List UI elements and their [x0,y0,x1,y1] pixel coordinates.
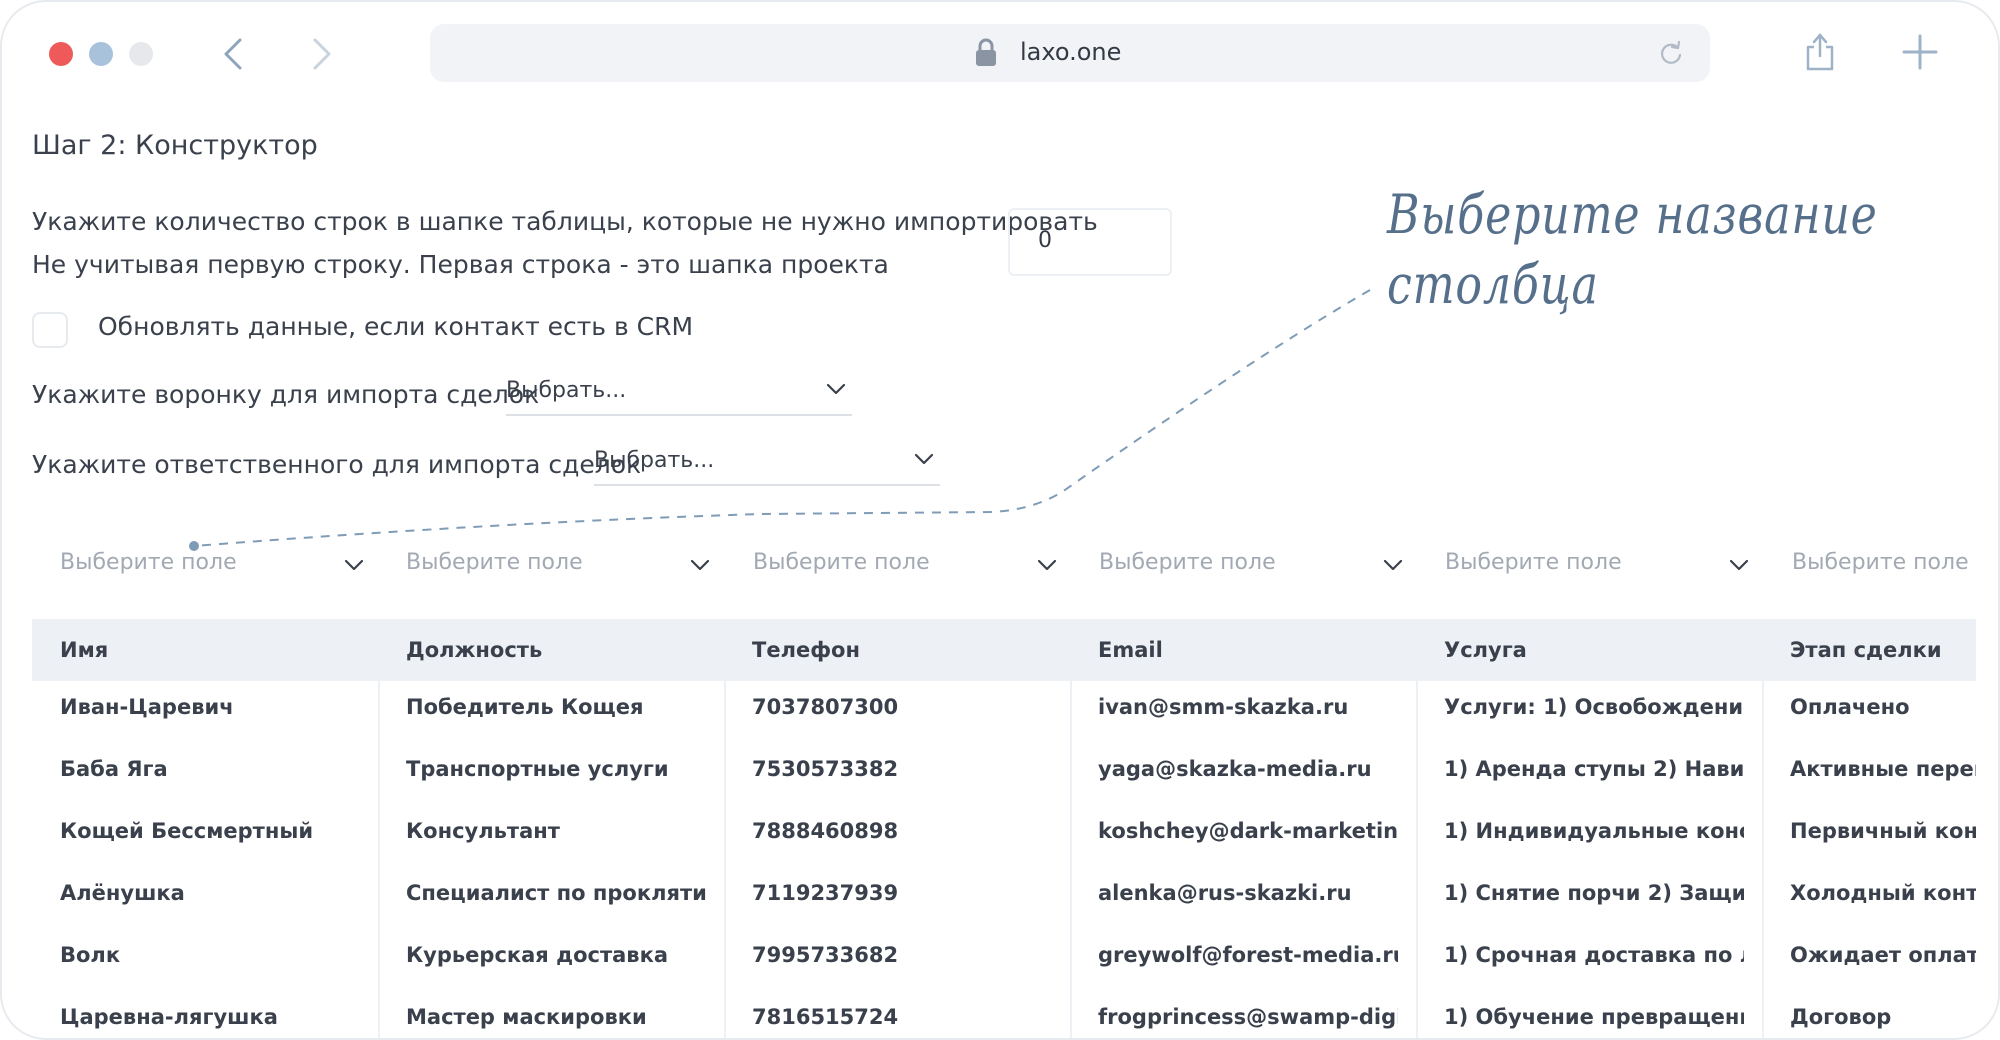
funnel-label: Укажите воронку для импорта сделок [32,380,540,409]
cell-email: alenka@rus-skazki.ru [1098,881,1352,905]
field-select-value: Выберите поле [1792,550,1969,575]
url-text: laxo.one [1020,38,1122,66]
update-data-checkbox[interactable] [32,312,68,348]
forward-button[interactable] [299,32,343,76]
update-data-label: Обновлять данные, если контакт есть в CR… [98,312,694,341]
cell-deal-stage: Активные перего [1790,757,1976,781]
zoom-window-button[interactable] [129,42,153,66]
cell-email: greywolf@forest-media.ru [1098,943,1398,967]
cell-position: Консультант [406,819,560,843]
cell-service: 1) Снятие порчи 2) Защит... [1444,881,1744,905]
annotation-line-1: Выберите название [1387,183,1878,246]
cell-deal-stage: Оплачено [1790,695,1910,719]
cell-phone: 7888460898 [752,819,899,843]
chevron-down-icon [826,383,846,395]
cell-phone: 7037807300 [752,695,899,719]
column-header-service: Услуга [1444,638,1527,662]
browser-window: laxo.one Шаг 2: Конструктор Укажите коли… [0,0,2000,1040]
cell-position: Специалист по прокляти... [406,881,706,905]
lock-icon [976,38,996,66]
column-header-email: Email [1098,638,1163,662]
back-button[interactable] [212,32,256,76]
cell-email: frogprincess@swamp-digit... [1098,1005,1398,1029]
responsible-label: Укажите ответственного для импорта сдело… [32,450,642,479]
responsible-select[interactable]: Выбрать... [594,446,940,486]
chevron-left-icon [224,38,242,70]
cell-email: yaga@skazka-media.ru [1098,757,1372,781]
share-icon[interactable] [1803,32,1837,72]
plus-icon[interactable] [1902,34,1938,70]
field-select-value: Выберите поле [1099,550,1276,575]
cell-service: 1) Индивидуальные конс... [1444,819,1744,843]
header-rows-input[interactable]: 0 [1008,208,1172,276]
chevron-down-icon [690,559,710,571]
cell-phone: 7816515724 [752,1005,899,1029]
column-field-select-4[interactable]: Выберите поле [1099,546,1403,582]
column-divider [1070,619,1072,1038]
column-field-select-3[interactable]: Выберите поле [753,546,1057,582]
column-divider [378,619,380,1038]
close-window-button[interactable] [49,42,73,66]
cell-name: Алёнушка [60,881,185,905]
chevron-down-icon [1383,559,1403,571]
import-preview-table: Имя Должность Телефон Email Услуга Этап … [32,619,1976,1038]
cell-email: ivan@smm-skazka.ru [1098,695,1349,719]
cell-name: Волк [60,943,121,967]
reload-icon[interactable] [1658,40,1684,66]
column-header-deal-stage: Этап сделки [1790,638,1942,662]
funnel-select-value: Выбрать... [506,378,627,403]
field-select-value: Выберите поле [753,550,930,575]
chevron-down-icon [1729,559,1749,571]
chevron-down-icon [914,453,934,465]
column-field-select-1[interactable]: Выберите поле [60,546,364,582]
cell-name: Царевна-лягушка [60,1005,278,1029]
funnel-select[interactable]: Выбрать... [506,376,852,416]
cell-deal-stage: Первичный конта [1790,819,1976,843]
header-rows-label: Укажите количество строк в шапке таблицы… [32,207,1098,236]
cell-service: 1) Срочная доставка по л... [1444,943,1744,967]
annotation-text: Выберите название столбца [1387,180,1878,320]
cell-deal-stage: Холодный контак [1790,881,1976,905]
cell-phone: 7119237939 [752,881,899,905]
cell-service: Услуги: 1) Освобождение ... [1444,695,1744,719]
column-header-position: Должность [406,638,543,662]
cell-name: Кощей Бессмертный [60,819,314,843]
responsible-select-value: Выбрать... [594,448,715,473]
address-bar[interactable]: laxo.one [430,24,1710,82]
column-divider [1416,619,1418,1038]
chevron-down-icon [344,559,364,571]
field-select-value: Выберите поле [1445,550,1622,575]
column-field-select-6[interactable]: Выберите поле [1792,546,1982,582]
cell-name: Иван-Царевич [60,695,234,719]
cell-position: Победитель Кощея [406,695,644,719]
cell-position: Мастер маскировки [406,1005,647,1029]
column-field-select-5[interactable]: Выберите поле [1445,546,1749,582]
cell-phone: 7530573382 [752,757,899,781]
cell-email: koshchey@dark-marketing... [1098,819,1398,843]
cell-service: 1) Аренда ступы 2) Навиг... [1444,757,1744,781]
field-select-value: Выберите поле [60,550,237,575]
column-divider [1762,619,1764,1038]
chevron-right-icon [313,38,331,70]
minimize-window-button[interactable] [89,42,113,66]
column-header-name: Имя [60,638,109,662]
column-header-phone: Телефон [752,638,860,662]
cell-position: Транспортные услуги [406,757,669,781]
cell-name: Баба Яга [60,757,168,781]
chevron-down-icon [1037,559,1057,571]
annotation-line-2: столбца [1387,253,1599,316]
field-select-value: Выберите поле [406,550,583,575]
cell-phone: 7995733682 [752,943,899,967]
cell-position: Курьерская доставка [406,943,668,967]
header-rows-hint: Не учитывая первую строку. Первая строка… [32,250,889,279]
page-title: Шаг 2: Конструктор [32,130,318,161]
cell-deal-stage: Ожидает оплаты [1790,943,1976,967]
column-field-select-2[interactable]: Выберите поле [406,546,710,582]
column-divider [724,619,726,1038]
cell-deal-stage: Договор [1790,1005,1892,1029]
cell-service: 1) Обучение превращени... [1444,1005,1744,1029]
